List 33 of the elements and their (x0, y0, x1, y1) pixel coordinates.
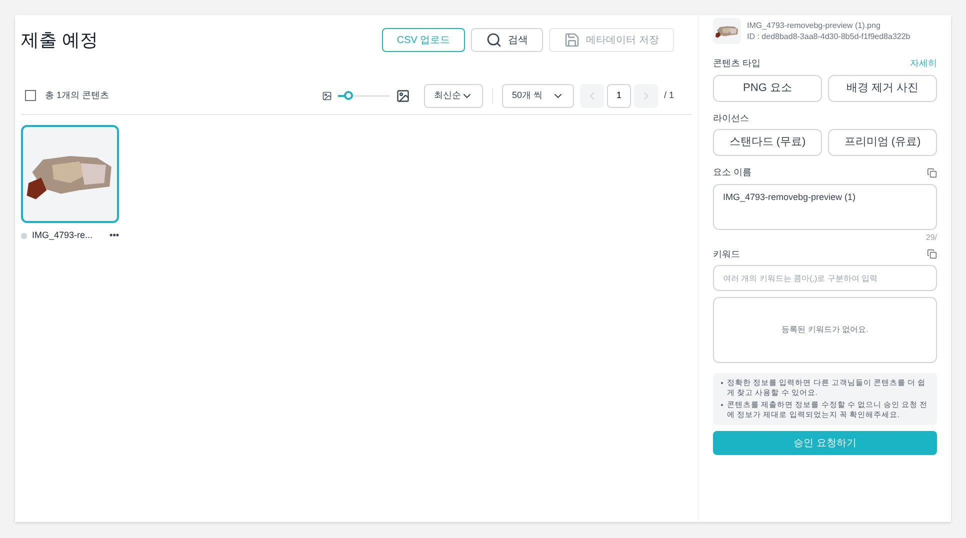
search-button[interactable]: 검색 (471, 28, 544, 52)
size-slider[interactable] (338, 90, 390, 100)
section-label: 콘텐츠 타입 (713, 57, 761, 70)
option-button[interactable]: 배경 제거 사진 (828, 74, 937, 102)
large-image-icon (396, 88, 410, 102)
save-icon (564, 32, 580, 48)
copy-icon[interactable] (927, 168, 937, 178)
content-count: 총 1개의 콘텐츠 (45, 88, 110, 102)
sort-dropdown[interactable]: 최신순 (424, 84, 483, 108)
thumbnail-card[interactable] (21, 125, 119, 223)
per-page-dropdown[interactable]: 50개 씩 (502, 84, 574, 108)
keyword-input[interactable]: 여러 개의 키워드는 콤마(,)로 구분하여 입력 (713, 265, 937, 291)
small-image-icon (322, 90, 332, 100)
page-field[interactable]: 1 (606, 84, 631, 108)
page-title: 제출 예정 (21, 28, 98, 52)
section-label: 라이선스 (713, 112, 750, 124)
select-all-checkbox[interactable] (25, 90, 36, 101)
option-button[interactable]: PNG 요소 (713, 74, 822, 102)
section-label: 키워드 (713, 248, 740, 260)
detail-file-name: IMG_4793-removebg-preview (1).png (747, 20, 882, 31)
more-button[interactable]: ••• (110, 229, 119, 242)
option-button[interactable]: 스탠다드 (무료) (713, 129, 822, 156)
file-name: IMG_4793-re... (32, 229, 93, 242)
name-textarea[interactable]: IMG_4793-removebg-preview (1) (713, 184, 937, 230)
option-button[interactable]: 프리미엄 (유료) (828, 129, 937, 156)
file-id: ID : ded8bad8-3aa8-4d30-8b5d-f1f9ed8a322b (747, 31, 910, 42)
copy-icon[interactable] (927, 249, 937, 260)
food-picture (715, 23, 739, 39)
search-icon (486, 32, 502, 48)
total-pages: / 1 (664, 88, 674, 102)
character-counter: 29/ (926, 232, 937, 244)
empty-keywords-message: 등록된 키워드가 없어요. (782, 324, 868, 336)
section-label: 요소 이름 (713, 166, 752, 179)
